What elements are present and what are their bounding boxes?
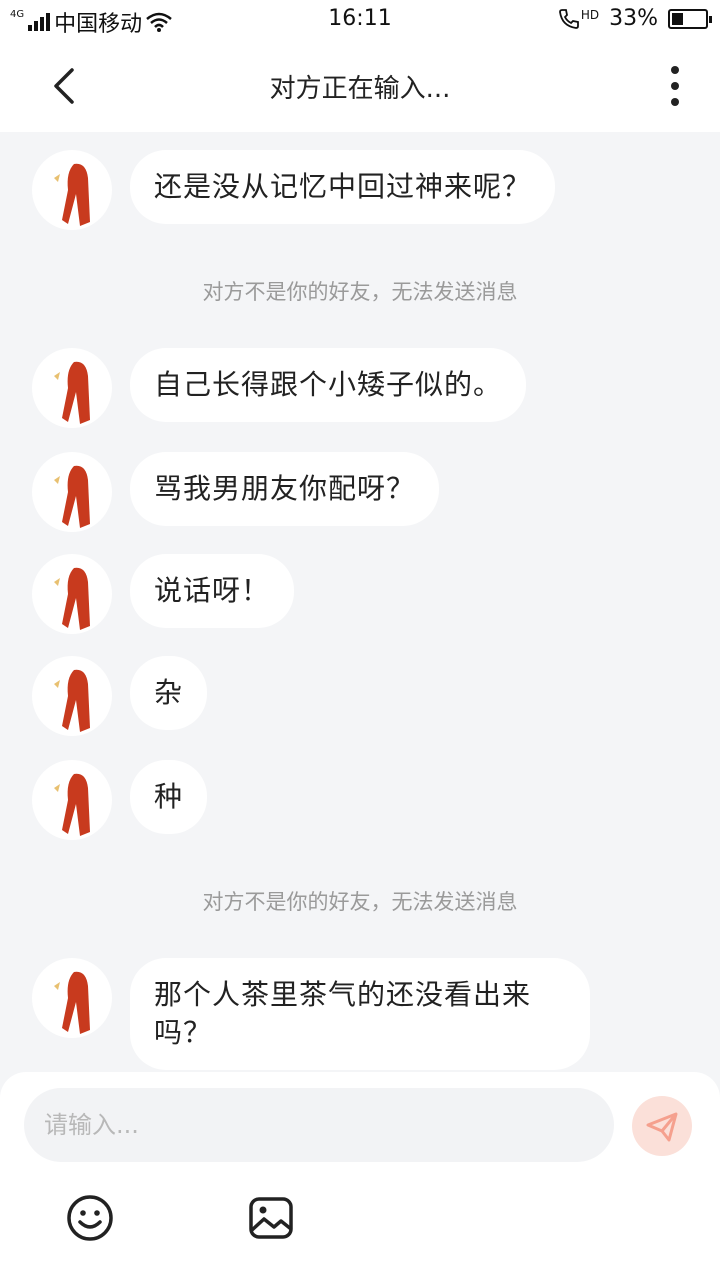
message-input[interactable]: [24, 1088, 614, 1162]
message-row: 杂: [32, 656, 208, 736]
avatar[interactable]: [32, 958, 112, 1038]
message-row: 种: [32, 760, 208, 840]
system-note: 对方不是你的好友，无法发送消息: [202, 280, 518, 304]
avatar[interactable]: [32, 554, 112, 634]
avatar-image: [54, 465, 90, 528]
message-bubble[interactable]: 那个人茶里茶气的还没看出来吗？: [130, 958, 590, 1070]
message-row: 还是没从记忆中回过神来呢？: [32, 150, 556, 230]
message-row: 骂我男朋友你配呀？: [32, 452, 440, 532]
avatar[interactable]: [32, 452, 112, 532]
battery-fill: [672, 12, 683, 25]
status-bar: 4G 中国移动 16:11 HD 33%: [0, 0, 720, 40]
image-button[interactable]: [248, 1196, 294, 1240]
battery-icon: [668, 8, 712, 29]
avatar-image: [54, 163, 90, 226]
message-list[interactable]: 还是没从记忆中回过神来呢？ 对方不是你的好友，无法发送消息 自己长得跟个小矮子似…: [0, 132, 720, 1072]
hd-label: HD: [580, 7, 600, 22]
message-bubble[interactable]: 自己长得跟个小矮子似的。: [130, 348, 527, 422]
status-right: HD 33%: [558, 6, 712, 31]
avatar[interactable]: [32, 760, 112, 840]
avatar-image: [54, 361, 90, 424]
more-vertical-icon: [671, 66, 679, 106]
emoji-button[interactable]: [66, 1194, 114, 1242]
input-panel: [0, 1072, 720, 1280]
message-bubble[interactable]: 杂: [130, 656, 208, 730]
battery-percent: 33%: [609, 6, 658, 31]
avatar[interactable]: [32, 656, 112, 736]
message-bubble[interactable]: 说话呀！: [130, 554, 295, 628]
message-bubble[interactable]: 种: [130, 760, 208, 834]
avatar-image: [54, 567, 90, 630]
image-icon: [249, 1197, 293, 1239]
page-title: 对方正在输入...: [269, 74, 451, 104]
send-button[interactable]: [632, 1096, 692, 1156]
avatar-image: [54, 669, 90, 732]
smiley-icon: [67, 1195, 113, 1241]
avatar[interactable]: [32, 150, 112, 230]
message-row: 说话呀！: [32, 554, 295, 634]
chat-header: 对方正在输入...: [0, 40, 720, 132]
system-note: 对方不是你的好友，无法发送消息: [202, 890, 518, 914]
message-bubble[interactable]: 骂我男朋友你配呀？: [130, 452, 440, 526]
avatar-image: [54, 971, 90, 1034]
more-button[interactable]: [660, 64, 690, 108]
hd-call-icon: HD: [558, 8, 599, 30]
message-bubble[interactable]: 还是没从记忆中回过神来呢？: [130, 150, 556, 224]
avatar-image: [54, 773, 90, 836]
message-row: 那个人茶里茶气的还没看出来吗？: [32, 958, 590, 1070]
paper-plane-icon: [646, 1112, 678, 1142]
avatar[interactable]: [32, 348, 112, 428]
message-row: 自己长得跟个小矮子似的。: [32, 348, 527, 428]
